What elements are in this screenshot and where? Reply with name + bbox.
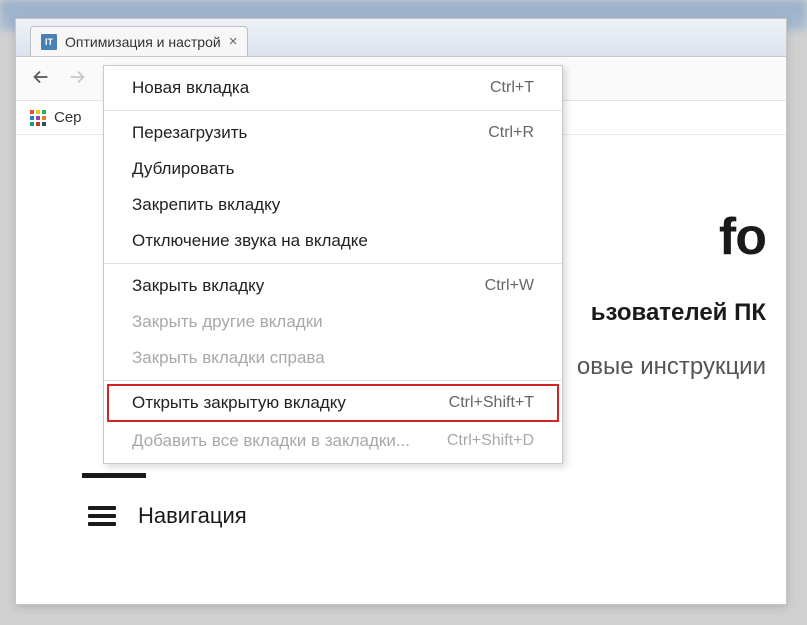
back-button[interactable] xyxy=(30,66,52,92)
ctx-item-label: Перезагрузить xyxy=(132,123,247,143)
ctx-bookmark-all-tabs: Добавить все вкладки в закладки... Ctrl+… xyxy=(104,423,562,459)
close-tab-icon[interactable]: × xyxy=(229,34,238,49)
tab-strip: IT Оптимизация и настрой × xyxy=(16,19,786,57)
ctx-duplicate[interactable]: Дублировать xyxy=(104,151,562,187)
ctx-reopen-closed-tab[interactable]: Открыть закрытую вкладку Ctrl+Shift+T xyxy=(108,385,558,421)
page-subheading: ьзователей ПК xyxy=(591,299,766,327)
ctx-reload[interactable]: Перезагрузить Ctrl+R xyxy=(104,115,562,151)
ctx-close-tabs-right: Закрыть вкладки справа xyxy=(104,340,562,376)
ctx-item-label: Закрепить вкладку xyxy=(132,195,280,215)
navigation-label: Навигация xyxy=(138,503,247,529)
ctx-item-label: Отключение звука на вкладке xyxy=(132,231,368,251)
ctx-item-label: Дублировать xyxy=(132,159,234,179)
ctx-item-label: Закрыть вкладки справа xyxy=(132,348,325,368)
page-subtext: овые инструкции xyxy=(577,353,766,381)
tab-title: Оптимизация и настрой xyxy=(65,34,221,50)
forward-button[interactable] xyxy=(66,66,88,92)
ctx-item-shortcut: Ctrl+Shift+D xyxy=(447,432,534,450)
ctx-item-label: Новая вкладка xyxy=(132,78,249,98)
ctx-separator xyxy=(104,263,562,264)
ctx-pin-tab[interactable]: Закрепить вкладку xyxy=(104,187,562,223)
ctx-close-tab[interactable]: Закрыть вкладку Ctrl+W xyxy=(104,268,562,304)
ctx-separator xyxy=(104,110,562,111)
ctx-item-label: Закрыть вкладку xyxy=(132,276,264,296)
ctx-close-other-tabs: Закрыть другие вкладки xyxy=(104,304,562,340)
ctx-item-shortcut: Ctrl+Shift+T xyxy=(449,394,534,412)
tab-favicon: IT xyxy=(41,34,57,50)
ctx-new-tab[interactable]: Новая вкладка Ctrl+T xyxy=(104,70,562,106)
tab-context-menu: Новая вкладка Ctrl+T Перезагрузить Ctrl+… xyxy=(103,65,563,464)
navigation-row: Навигация xyxy=(88,503,247,529)
ctx-item-label: Закрыть другие вкладки xyxy=(132,312,323,332)
bookmarks-item-services[interactable]: Сер xyxy=(54,109,82,126)
browser-tab[interactable]: IT Оптимизация и настрой × xyxy=(30,26,248,56)
section-divider xyxy=(82,473,146,478)
ctx-item-shortcut: Ctrl+W xyxy=(485,277,534,295)
apps-icon[interactable] xyxy=(30,110,46,126)
hamburger-icon[interactable] xyxy=(88,506,116,526)
ctx-mute-tab[interactable]: Отключение звука на вкладке xyxy=(104,223,562,259)
ctx-item-shortcut: Ctrl+T xyxy=(490,79,534,97)
ctx-item-label: Открыть закрытую вкладку xyxy=(132,393,346,413)
ctx-item-shortcut: Ctrl+R xyxy=(488,124,534,142)
page-heading-fragment: fo xyxy=(719,207,766,267)
ctx-separator xyxy=(104,380,562,381)
ctx-item-label: Добавить все вкладки в закладки... xyxy=(132,431,410,451)
